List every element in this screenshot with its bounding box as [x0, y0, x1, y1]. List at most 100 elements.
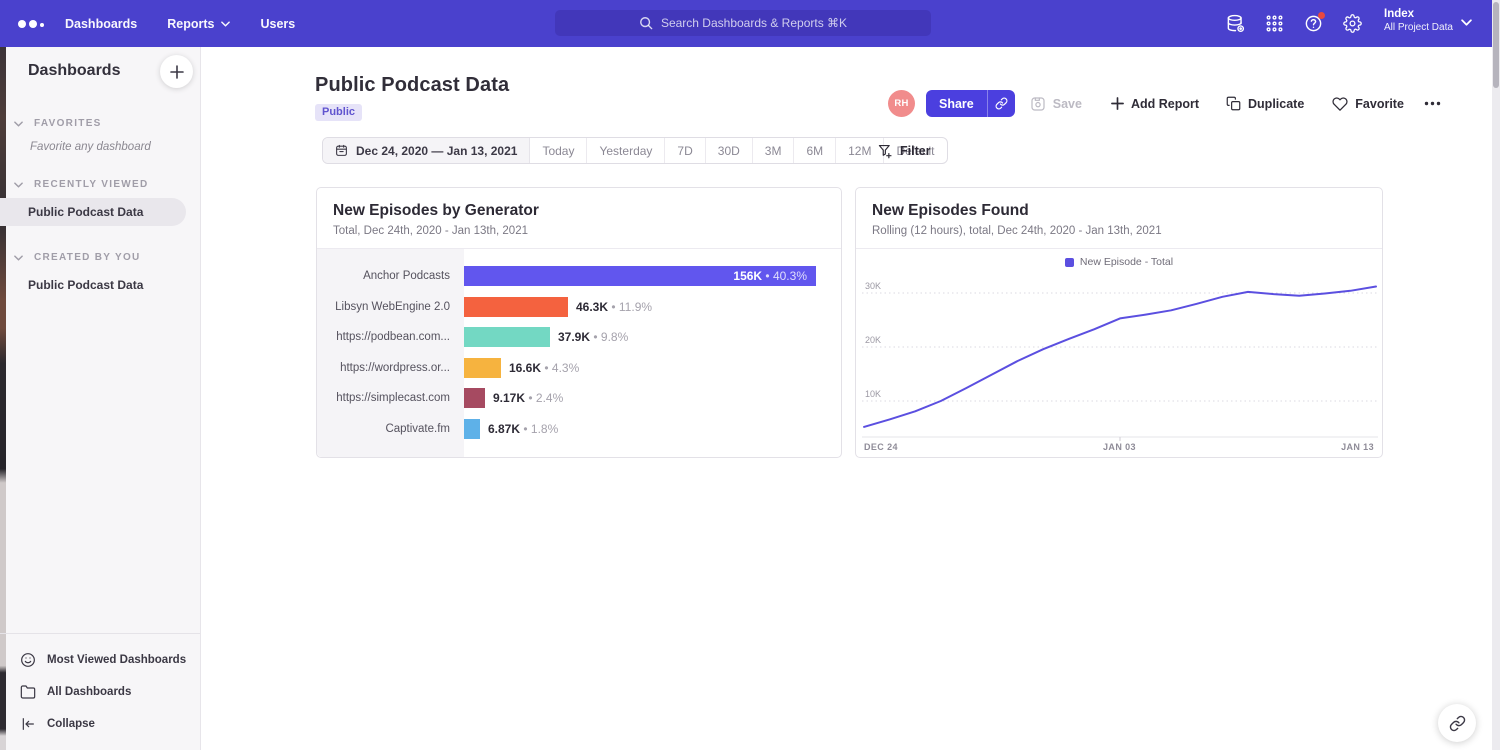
- filter-button[interactable]: Filter: [878, 140, 931, 162]
- bar-row-https-wordpress-or: https://wordpress.or... 16.6K • 4.3%: [317, 353, 841, 384]
- bar-category-label: Anchor Podcasts: [317, 270, 464, 282]
- preset-30d[interactable]: 30D: [706, 138, 753, 163]
- grid-dots-icon: [1265, 14, 1284, 33]
- bar-chart-subtitle: Total, Dec 24th, 2020 - Jan 13th, 2021: [333, 225, 825, 237]
- apps-grid-icon[interactable]: [1265, 14, 1284, 33]
- data-management-icon[interactable]: [1226, 14, 1245, 33]
- bar-row-anchor-podcasts: Anchor Podcasts 156K • 40.3%: [317, 261, 841, 292]
- calendar-icon: [335, 144, 348, 157]
- sidebar-section-recently-viewed[interactable]: RECENTLY VIEWED: [0, 179, 200, 190]
- bar-value-label: 37.9K • 9.8%: [558, 330, 628, 344]
- bar-category-label: https://wordpress.or...: [317, 362, 464, 374]
- bar-row-https-podbean-com: https://podbean.com... 37.9K • 9.8%: [317, 322, 841, 353]
- more-options-button[interactable]: [1424, 101, 1441, 106]
- top-nav: Dashboards Reports Users Search Dashboards…: [0, 0, 1500, 47]
- line-chart-title: New Episodes Found: [872, 202, 1366, 220]
- project-switcher[interactable]: Index All Project Data: [1384, 8, 1453, 33]
- help-icon[interactable]: [1304, 14, 1323, 33]
- top-nav-icon-group: [1226, 0, 1362, 47]
- legend-swatch: [1065, 258, 1074, 267]
- bar-https-wordpress-or[interactable]: [464, 358, 501, 378]
- date-range-toolbar: Dec 24, 2020 — Jan 13, 2021 TodayYesterd…: [322, 137, 948, 164]
- svg-text:20K: 20K: [865, 335, 881, 345]
- bar-row-libsyn-webengine-2-0: Libsyn WebEngine 2.0 46.3K • 11.9%: [317, 292, 841, 323]
- sidebar-footer-collapse[interactable]: Collapse: [0, 708, 200, 740]
- search-input[interactable]: Search Dashboards & Reports ⌘K: [555, 10, 931, 36]
- x-tick-label: JAN 13: [1341, 442, 1374, 452]
- top-nav-items: Dashboards Reports Users: [65, 0, 295, 47]
- preset-3m[interactable]: 3M: [753, 138, 795, 163]
- share-button[interactable]: Share: [926, 90, 988, 117]
- preset-yesterday[interactable]: Yesterday: [587, 138, 665, 163]
- duplicate-button[interactable]: Duplicate: [1226, 96, 1304, 111]
- x-tick-label: DEC 24: [864, 442, 898, 452]
- legend-label: New Episode - Total: [1080, 256, 1173, 268]
- sidebar-footer-most-viewed-dashboards[interactable]: Most Viewed Dashboards: [0, 644, 200, 676]
- svg-text:10K: 10K: [865, 389, 881, 399]
- project-subtitle: All Project Data: [1384, 22, 1453, 33]
- main-content: Public Podcast Data Public RH Share Save…: [202, 47, 1500, 750]
- x-tick-label: JAN 03: [1103, 442, 1136, 452]
- preset-6m[interactable]: 6M: [794, 138, 836, 163]
- bar-captivate-fm[interactable]: [464, 419, 480, 439]
- line-chart-subtitle: Rolling (12 hours), total, Dec 24th, 202…: [872, 225, 1366, 237]
- chevron-down-icon: [14, 182, 23, 188]
- avatar[interactable]: RH: [888, 90, 915, 117]
- nav-item-reports[interactable]: Reports: [167, 17, 230, 31]
- settings-icon[interactable]: [1343, 14, 1362, 33]
- scrollbar-thumb[interactable]: [1493, 2, 1499, 88]
- bar-row-captivate-fm: Captivate.fm 6.87K • 1.8%: [317, 414, 841, 445]
- page-title: Public Podcast Data: [315, 74, 509, 97]
- notification-dot: [1318, 12, 1325, 19]
- project-chevron-down-icon[interactable]: [1461, 19, 1472, 26]
- divider: [856, 248, 1382, 249]
- share-button-group: Share: [926, 90, 1015, 117]
- sidebar-empty-hint: Favorite any dashboard: [30, 141, 200, 153]
- gear-icon: [1343, 14, 1362, 33]
- link-icon: [995, 97, 1008, 110]
- bar-category-label: https://simplecast.com: [317, 392, 464, 404]
- share-link-floating-button[interactable]: [1438, 704, 1476, 742]
- sidebar-footer: Most Viewed DashboardsAll DashboardsColl…: [0, 633, 200, 750]
- preset-today[interactable]: Today: [530, 138, 587, 163]
- sidebar: Dashboards FAVORITES Favorite any dashboa…: [0, 47, 201, 750]
- bar-anchor-podcasts[interactable]: 156K • 40.3%: [464, 266, 816, 286]
- save-icon: [1030, 96, 1046, 112]
- scrollbar-track: [1492, 0, 1500, 750]
- bar-value-label: 9.17K • 2.4%: [493, 391, 563, 405]
- header-actions: RH Share Save Add Report Duplicate Favor…: [888, 90, 1441, 117]
- bar-https-simplecast-com[interactable]: [464, 388, 485, 408]
- sidebar-title: Dashboards: [28, 62, 120, 80]
- favorite-button[interactable]: Favorite: [1332, 96, 1404, 112]
- save-button[interactable]: Save: [1030, 96, 1082, 112]
- bar-libsyn-webengine-2-0[interactable]: [464, 297, 568, 317]
- mixpanel-logo[interactable]: [18, 0, 44, 47]
- bar-category-label: https://podbean.com...: [317, 331, 464, 343]
- sidebar-item-public-podcast-data[interactable]: Public Podcast Data: [0, 271, 200, 299]
- nav-item-dashboards[interactable]: Dashboards: [65, 17, 137, 31]
- plus-icon: [1111, 97, 1124, 110]
- chevron-down-icon: [221, 21, 230, 27]
- add-dashboard-button[interactable]: [160, 55, 193, 88]
- sidebar-footer-all-dashboards[interactable]: All Dashboards: [0, 676, 200, 708]
- chevron-down-icon: [14, 255, 23, 261]
- date-range-picker[interactable]: Dec 24, 2020 — Jan 13, 2021: [323, 138, 530, 163]
- visibility-badge: Public: [315, 104, 362, 121]
- preset-7d[interactable]: 7D: [665, 138, 705, 163]
- bar-chart-rows: Anchor Podcasts 156K • 40.3% Libsyn WebE…: [317, 249, 841, 457]
- legend-item[interactable]: New Episode - Total: [856, 256, 1382, 268]
- bar-https-podbean-com[interactable]: [464, 327, 550, 347]
- bar-row-https-simplecast-com: https://simplecast.com 9.17K • 2.4%: [317, 383, 841, 414]
- nav-item-users[interactable]: Users: [260, 17, 295, 31]
- search-icon: [639, 16, 653, 30]
- share-link-button[interactable]: [988, 90, 1015, 117]
- database-icon: [1226, 14, 1245, 33]
- bar-category-label: Captivate.fm: [317, 423, 464, 435]
- sidebar-item-public-podcast-data[interactable]: Public Podcast Data: [0, 198, 186, 226]
- bar-value-label: 46.3K • 11.9%: [576, 300, 652, 314]
- bar-value-label: 6.87K • 1.8%: [488, 422, 558, 436]
- sidebar-section-favorites[interactable]: FAVORITES: [0, 118, 200, 129]
- ellipsis-icon: [1424, 101, 1441, 106]
- sidebar-section-created-by-you[interactable]: CREATED BY YOU: [0, 252, 200, 263]
- add-report-button[interactable]: Add Report: [1111, 97, 1199, 111]
